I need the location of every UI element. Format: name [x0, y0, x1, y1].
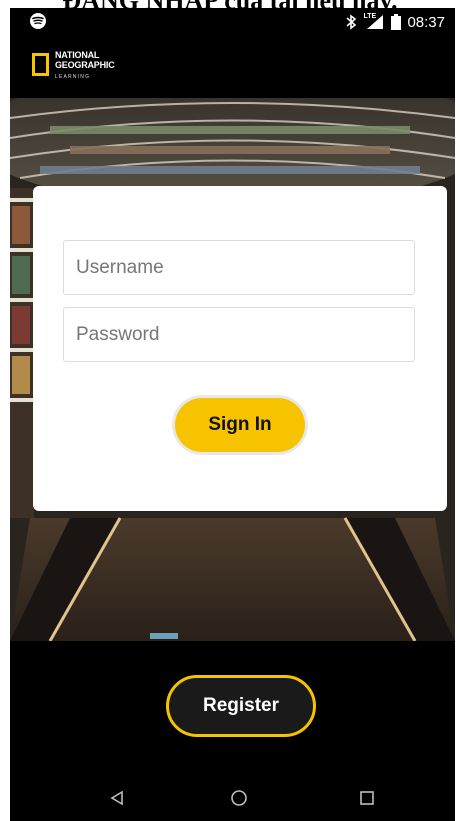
brand-line3: LEARNING	[55, 74, 91, 80]
brand-logo: NATIONAL GEOGRAPHIC LEARNING	[32, 50, 115, 90]
password-field[interactable]	[63, 307, 415, 362]
home-icon[interactable]	[224, 783, 254, 813]
network-type: LTE	[363, 13, 377, 20]
brand-line2: GEOGRAPHIC	[55, 60, 115, 70]
brand-line1: NATIONAL	[55, 50, 100, 60]
bluetooth-icon	[345, 14, 357, 30]
password-input[interactable]	[64, 308, 414, 361]
sign-in-button[interactable]: Sign In	[175, 398, 305, 452]
phone-screen: LTE 08:37 NATIONAL GEOGRAPHIC LEARNING U…	[10, 8, 455, 821]
status-icons: LTE 08:37	[345, 12, 445, 32]
register-button[interactable]: Register	[166, 675, 316, 737]
spotify-icon	[30, 13, 46, 29]
national-geographic-frame-icon	[32, 53, 49, 76]
navigation-bar	[10, 773, 455, 821]
recents-icon[interactable]	[352, 783, 382, 813]
username-field[interactable]	[63, 240, 415, 295]
page: ĐĂNG NHẬP của tài liệu này.	[0, 0, 460, 821]
username-input[interactable]	[64, 241, 414, 294]
status-bar: LTE 08:37	[10, 8, 455, 38]
brand-text: NATIONAL GEOGRAPHIC LEARNING	[55, 50, 115, 82]
battery-icon	[391, 14, 402, 30]
signal-icon: LTE	[363, 13, 385, 30]
status-time: 08:37	[407, 13, 445, 31]
back-icon[interactable]	[102, 783, 132, 813]
login-card: Sign In	[33, 186, 447, 511]
